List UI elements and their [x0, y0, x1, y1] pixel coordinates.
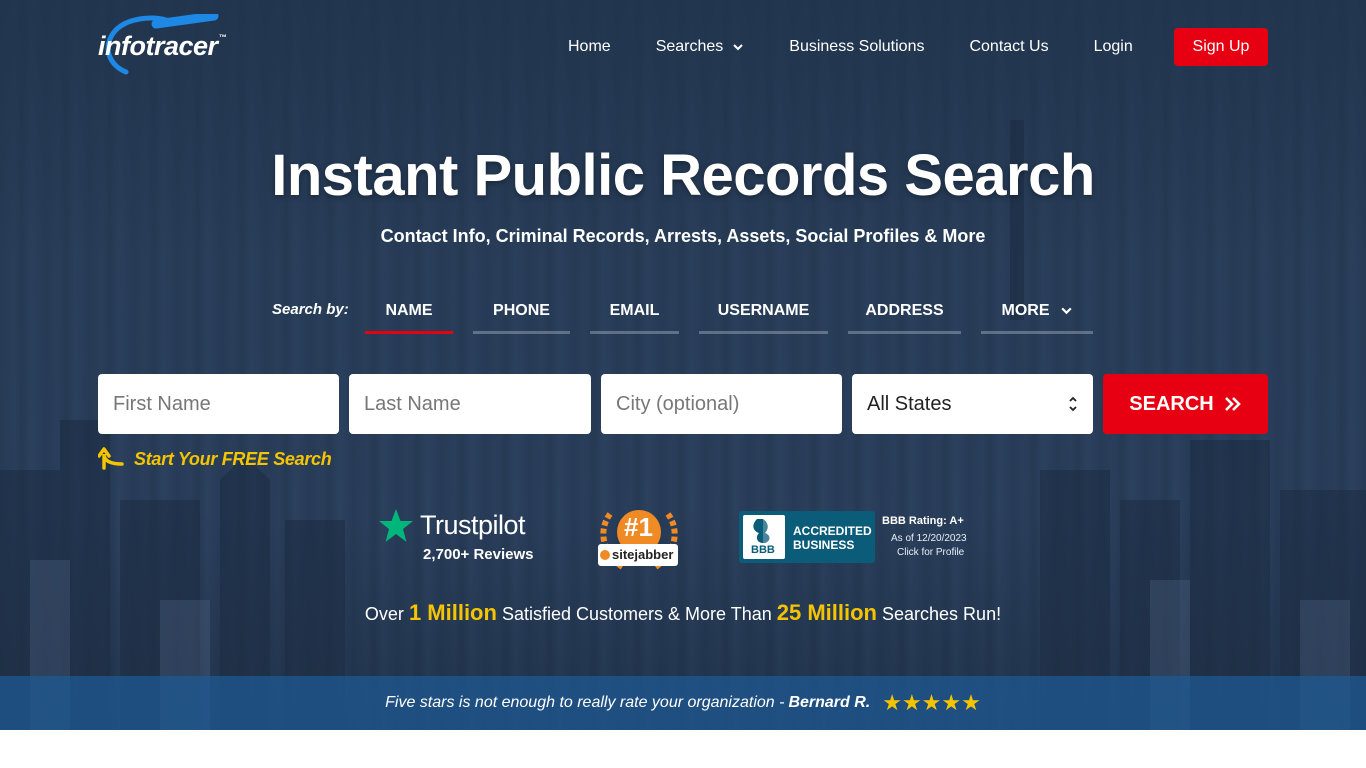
tab-phone[interactable]: PHONE: [473, 290, 570, 334]
bbb-accredited-block: BBB ACCREDITED BUSINESS: [739, 511, 875, 563]
testimonial-band: Five stars is not enough to really rate …: [0, 676, 1366, 730]
customers-count: 1 Million: [408, 600, 497, 625]
sitejabber-name: sitejabber: [612, 547, 674, 562]
select-updown-icon: [1069, 396, 1077, 412]
trustpilot-name: Trustpilot: [420, 510, 526, 540]
search-by-label: Search by:: [272, 301, 349, 318]
tab-more[interactable]: MORE: [981, 290, 1093, 334]
bbb-as-of-date: As of 12/20/2023: [891, 533, 967, 544]
trustpilot-star-icon: [379, 509, 413, 542]
hero-section: infotracer™ Home Searches Business Solut…: [0, 0, 1366, 730]
tab-address[interactable]: ADDRESS: [848, 290, 961, 334]
bbb-accredited-text: ACCREDITED BUSINESS: [793, 524, 872, 552]
infotracer-logo[interactable]: infotracer™: [96, 11, 266, 80]
nav-home[interactable]: Home: [568, 38, 611, 56]
last-name-input[interactable]: [349, 374, 591, 434]
nav-business-solutions[interactable]: Business Solutions: [789, 38, 924, 56]
customer-stats: Over 1 Million Satisfied Customers & Mor…: [364, 600, 1002, 625]
bbb-seal-icon: BBB: [743, 515, 785, 559]
rating-stars-icon: ★★★★★: [882, 690, 981, 715]
double-chevron-right-icon: [1224, 397, 1241, 411]
trustpilot-reviews: 2,700+ Reviews: [423, 546, 534, 563]
search-button[interactable]: SEARCH: [1103, 374, 1268, 434]
tab-email[interactable]: EMAIL: [590, 290, 679, 334]
sitejabber-rank: #1: [624, 512, 653, 542]
logo-text: infotracer™: [98, 31, 227, 61]
nav-contact-us[interactable]: Contact Us: [969, 38, 1048, 56]
trustpilot-badge[interactable]: Trustpilot 2,700+ Reviews: [378, 508, 548, 568]
chevron-down-icon: [733, 44, 743, 51]
nav-login[interactable]: Login: [1094, 38, 1133, 56]
bbb-badge[interactable]: BBB ACCREDITED BUSINESS BBB Rating: A+ A…: [739, 511, 989, 563]
bbb-click-profile: Click for Profile: [897, 547, 965, 558]
sitejabber-badge[interactable]: #1 sitejabber: [594, 498, 684, 576]
page-title: Instant Public Records Search: [271, 143, 1095, 208]
first-name-input[interactable]: [98, 374, 339, 434]
testimonial-quote: Five stars is not enough to really rate …: [385, 694, 785, 711]
searches-count: 25 Million: [776, 600, 877, 625]
signup-button[interactable]: Sign Up: [1174, 28, 1268, 66]
tab-username[interactable]: USERNAME: [699, 290, 828, 334]
tab-name[interactable]: NAME: [365, 290, 453, 334]
nav-searches[interactable]: Searches: [656, 38, 745, 56]
page-subtitle: Contact Info, Criminal Records, Arrests,…: [380, 226, 986, 246]
state-select[interactable]: All States: [852, 374, 1093, 434]
city-input[interactable]: [601, 374, 842, 434]
chevron-down-icon: [1060, 307, 1072, 315]
free-search-hint: Start Your FREE Search: [98, 444, 332, 474]
main-nav: Home Searches Business Solutions Contact…: [568, 28, 1178, 66]
bbb-rating: BBB Rating: A+: [882, 515, 964, 527]
testimonial-author: Bernard R.: [788, 694, 871, 711]
curved-arrow-up-icon: [98, 447, 124, 470]
